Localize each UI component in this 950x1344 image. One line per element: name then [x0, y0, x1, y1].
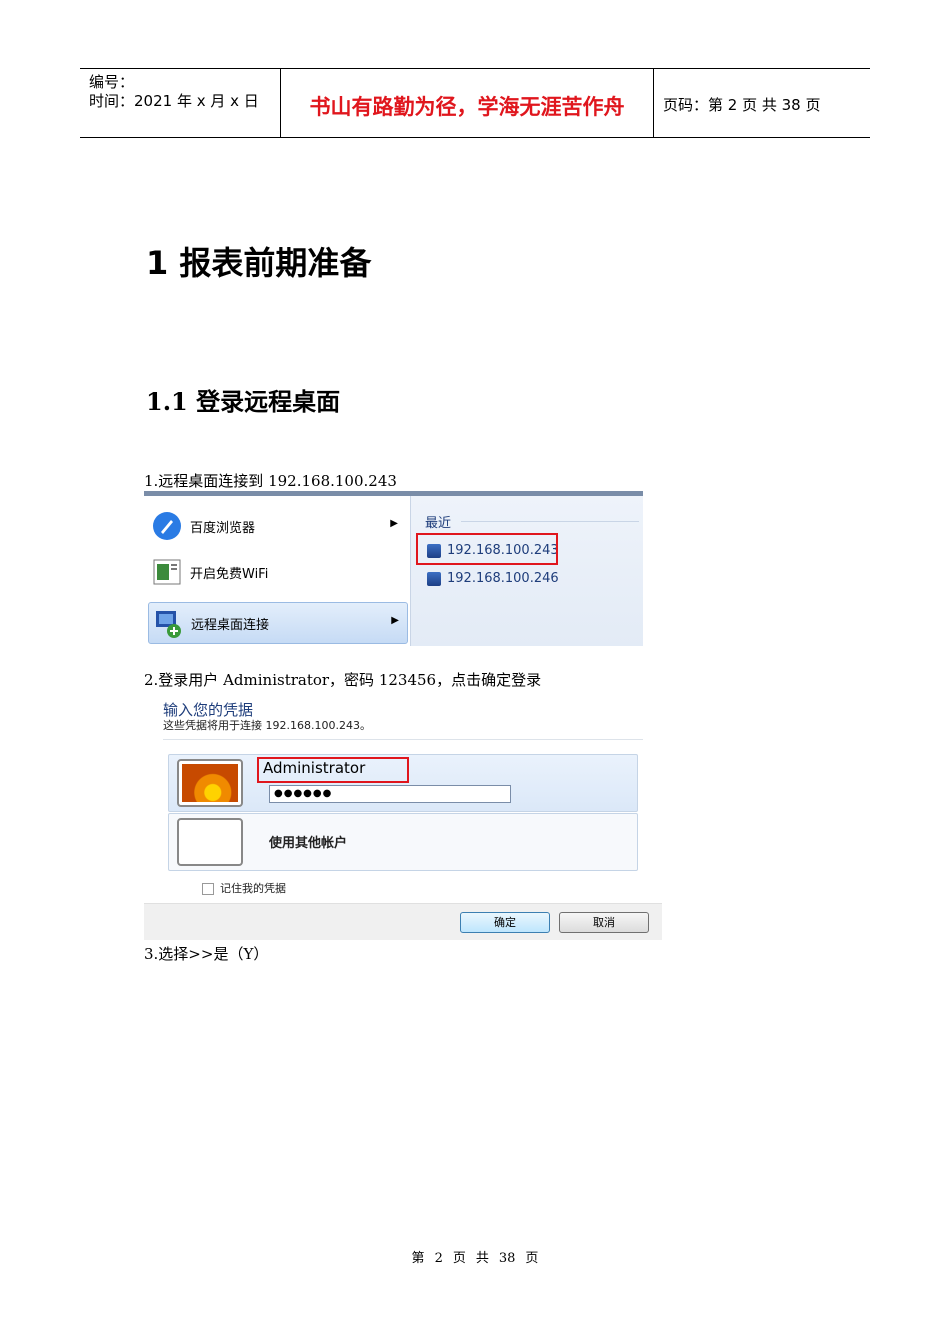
blank-avatar [177, 818, 243, 866]
browser-icon [153, 512, 181, 540]
number-label: 编号： [89, 73, 135, 91]
menu-item-browser[interactable]: 百度浏览器 ▶ [148, 506, 406, 546]
footer-gong: 共 [475, 1251, 489, 1266]
divider [163, 739, 643, 740]
menu-item-label: 远程桌面连接 [191, 618, 270, 633]
footer-ye: 页 [452, 1251, 466, 1266]
submenu-arrow-icon: ▶ [390, 518, 398, 529]
cancel-button[interactable]: 取消 [559, 912, 649, 933]
footer-page-number: 2 [434, 1251, 443, 1266]
checkbox-icon [202, 883, 214, 895]
divider [461, 521, 639, 522]
account-tile-other[interactable]: 使用其他帐户 [168, 813, 638, 871]
ok-button[interactable]: 确定 [460, 912, 550, 933]
header-page-cell: 页码：第 2 页 共 38 页 [654, 69, 870, 137]
start-menu-screenshot: 百度浏览器 ▶ 开启免费WiFi 远程桌面连接 ▶ 最近 192.168.100… [144, 491, 643, 646]
account-tile-administrator[interactable]: Administrator ●●●●●● [168, 754, 638, 812]
header-motto-cell: 书山有路勤为径，学海无涯苦作舟 [281, 69, 654, 137]
highlight-box [257, 757, 409, 783]
submenu-arrow-icon: ▶ [391, 615, 399, 626]
page-info: 页码：第 2 页 共 38 页 [663, 96, 821, 114]
page-header: 编号： 时间：2021 年 x 月 x 日 书山有路勤为径，学海无涯苦作舟 页码… [80, 68, 870, 138]
motto: 书山有路勤为径，学海无涯苦作舟 [309, 94, 625, 119]
wifi-app-icon [153, 559, 181, 585]
header-info-cell: 编号： 时间：2021 年 x 月 x 日 [80, 69, 281, 137]
menu-item-label: 开启免费WiFi [190, 567, 269, 582]
step-2-text: 2.登录用户 Administrator，密码 123456，点击确定登录 [144, 671, 542, 689]
rdp-file-icon [427, 571, 441, 586]
dialog-button-bar: 确定 取消 [144, 903, 662, 940]
password-input[interactable]: ●●●●●● [269, 785, 511, 803]
date-label: 时间：2021 年 x 月 x 日 [89, 92, 259, 110]
remember-credentials-checkbox[interactable]: 记住我的凭据 [202, 880, 286, 896]
credentials-dialog-screenshot: 输入您的凭据 这些凭据将用于连接 192.168.100.243。 Admini… [144, 693, 662, 940]
heading-1: 1 报表前期准备 [146, 244, 372, 282]
menu-item-label: 百度浏览器 [190, 521, 256, 536]
user-avatar [177, 759, 243, 807]
recent-list: 最近 192.168.100.243 192.168.100.246 [410, 496, 643, 646]
other-account-label: 使用其他帐户 [269, 836, 348, 851]
step-1-text: 1.远程桌面连接到 192.168.100.243 [144, 472, 397, 490]
remote-desktop-icon [156, 611, 181, 638]
start-menu-programs: 百度浏览器 ▶ 开启免费WiFi 远程桌面连接 ▶ [144, 496, 410, 646]
menu-item-remote-desktop[interactable]: 远程桌面连接 ▶ [148, 602, 408, 644]
flower-avatar-icon [182, 764, 238, 802]
highlight-box [416, 533, 558, 565]
footer-di: 第 [411, 1251, 425, 1266]
page-footer: 第 2 页共 38 页 [0, 1247, 950, 1266]
heading-2: 1.1 登录远程桌面 [146, 387, 341, 416]
recent-item[interactable]: 192.168.100.246 [427, 571, 559, 586]
step-3-text: 3.选择>>是（Y） [144, 945, 269, 963]
footer-total: 38 [498, 1251, 516, 1266]
menu-item-wifi[interactable]: 开启免费WiFi [148, 552, 406, 592]
footer-ye2: 页 [525, 1251, 539, 1266]
recent-label: 最近 [425, 516, 452, 531]
dialog-subtitle: 这些凭据将用于连接 192.168.100.243。 [163, 719, 371, 732]
